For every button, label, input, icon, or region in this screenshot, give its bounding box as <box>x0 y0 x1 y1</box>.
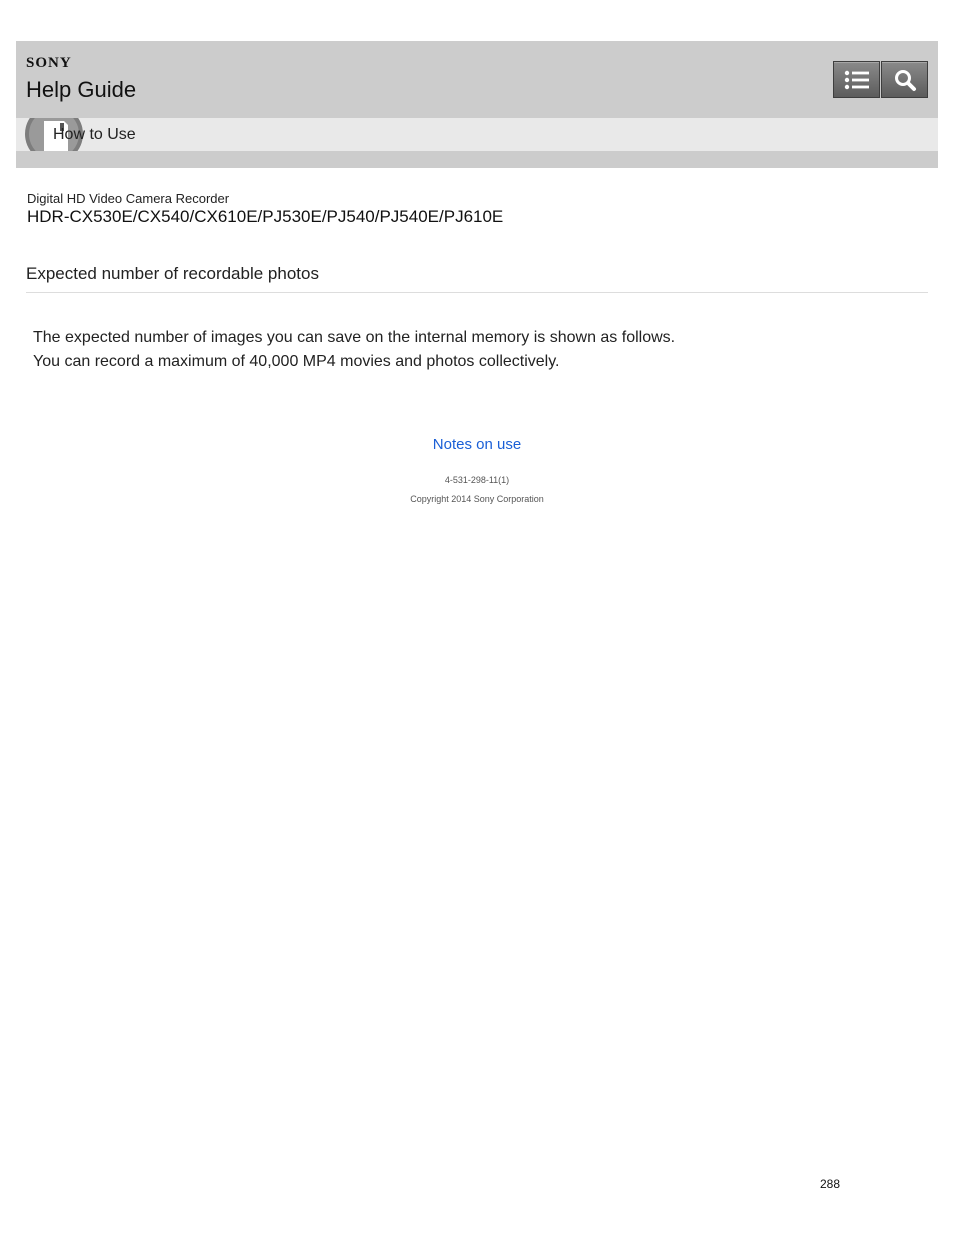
page-title: Expected number of recordable photos <box>26 264 319 283</box>
breadcrumb: How to Use <box>16 118 938 151</box>
document-id: 4-531-298-11(1) <box>444 475 510 485</box>
notes-on-use-link[interactable]: Notes on use <box>0 436 954 453</box>
body-paragraph: The expected number of images you can sa… <box>33 329 676 346</box>
sony-logo: SONY <box>26 55 72 71</box>
table-of-contents-button[interactable] <box>833 61 880 98</box>
help-guide-title[interactable]: Help Guide <box>26 77 136 103</box>
page-number: 288 <box>820 1177 841 1191</box>
search-icon <box>894 69 916 91</box>
breadcrumb-how-to-use[interactable]: How to Use <box>53 126 136 144</box>
header: SONY Help Guide How to Use <box>16 41 938 168</box>
body-paragraph: You can record a maximum of 40,000 MP4 m… <box>33 353 560 370</box>
search-button[interactable] <box>881 61 928 98</box>
product-models: HDR-CX530E/CX540/CX610E/PJ530E/PJ540/PJ5… <box>27 207 504 226</box>
body-text: The expected number of images you can sa… <box>33 326 675 374</box>
title-divider <box>26 292 928 293</box>
copyright: Copyright 2014 Sony Corporation <box>410 494 544 504</box>
product-category: Digital HD Video Camera Recorder <box>27 191 230 206</box>
list-icon <box>844 70 869 89</box>
